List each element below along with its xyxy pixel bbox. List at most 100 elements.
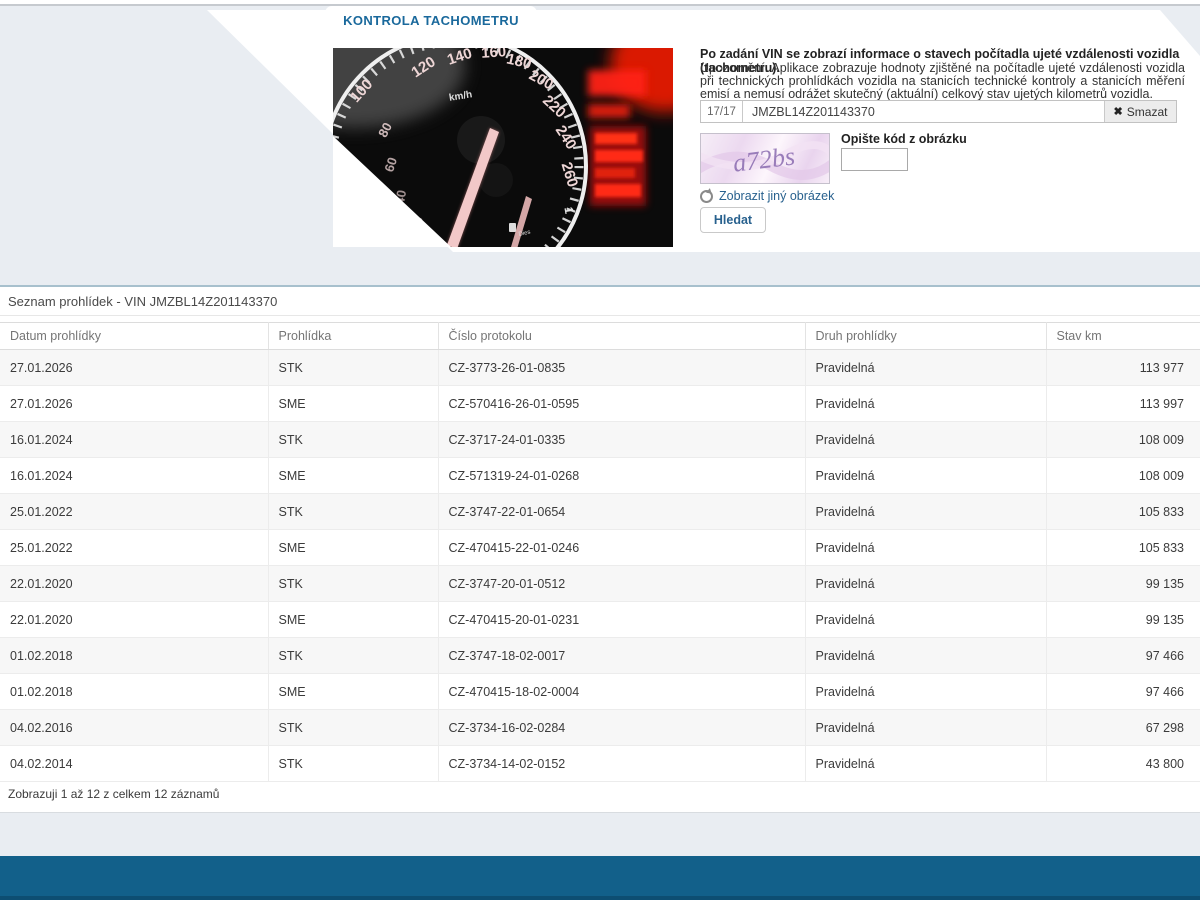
table-cell: SME	[268, 673, 439, 710]
table-cell: Pravidelná	[805, 421, 1047, 458]
table-cell: 16.01.2024	[0, 457, 269, 494]
footer-spacer	[0, 812, 1200, 856]
table-cell: 27.01.2026	[0, 385, 269, 422]
page: KONTROLA TACHOMETRU 100 80 60 40 20 120	[0, 0, 1200, 900]
table-cell: Pravidelná	[805, 493, 1047, 530]
table-cell: Pravidelná	[805, 673, 1047, 710]
table-row: 04.02.2016 STK CZ-3734-16-02-0284 Pravideln…	[0, 709, 1200, 746]
table-cell: Pravidelná	[805, 385, 1047, 422]
top-divider-line	[0, 4, 1200, 6]
clear-vin-button[interactable]: ✖ Smazat	[1104, 101, 1176, 122]
table-cell: STK	[268, 421, 439, 458]
table-cell: CZ-3717-24-01-0335	[438, 421, 806, 458]
captcha-label: Opište kód z obrázku	[841, 132, 967, 146]
warning-text: Upozornění: Aplikace zobrazuje hodnoty z…	[700, 61, 1185, 102]
table-cell: STK	[268, 709, 439, 746]
table-cell: CZ-3734-16-02-0284	[438, 709, 806, 746]
search-button[interactable]: Hledat	[700, 207, 766, 233]
table-cell: 22.01.2020	[0, 565, 269, 602]
column-header-1[interactable]: Prohlídka	[268, 322, 439, 350]
table-cell: Pravidelná	[805, 349, 1047, 386]
table-cell: Pravidelná	[805, 601, 1047, 638]
table-cell: STK	[268, 493, 439, 530]
table-cell: Pravidelná	[805, 745, 1047, 782]
table-cell: Pravidelná	[805, 709, 1047, 746]
table-cell: 04.02.2014	[0, 745, 269, 782]
refresh-captcha-link[interactable]: Zobrazit jiný obrázek	[700, 189, 834, 203]
table-row: 25.01.2022 STK CZ-3747-22-01-0654 Pravideln…	[0, 493, 1200, 530]
table-cell: 25.01.2022	[0, 493, 269, 530]
table-header-row: Datum prohlídky Prohlídka Číslo protokolu D…	[0, 322, 1200, 350]
table-row: 22.01.2020 SME CZ-470415-20-01-0231 Pravide…	[0, 601, 1200, 638]
table-cell: STK	[268, 565, 439, 602]
vin-input-group: 17/17 ✖ Smazat	[700, 100, 1177, 123]
table-cell: SME	[268, 385, 439, 422]
table-cell: CZ-470415-20-01-0231	[438, 601, 806, 638]
table-cell: CZ-3773-26-01-0835	[438, 349, 806, 386]
column-header-0[interactable]: Datum prohlídky	[0, 322, 269, 350]
table-row: 27.01.2026 SME CZ-570416-26-01-0595 Pravide…	[0, 385, 1200, 422]
clear-icon: ✖	[1113, 106, 1123, 118]
table-row: 27.01.2026 STK CZ-3773-26-01-0835 Pravideln…	[0, 349, 1200, 386]
table-cell: STK	[268, 745, 439, 782]
table-cell: 99 135	[1046, 565, 1200, 602]
table-cell: 04.02.2016	[0, 709, 269, 746]
table-cell: 22.01.2020	[0, 601, 269, 638]
footer-bar	[0, 856, 1200, 900]
table-row: 16.01.2024 STK CZ-3717-24-01-0335 Pravideln…	[0, 421, 1200, 458]
table-cell: 25.01.2022	[0, 529, 269, 566]
table-row: 25.01.2022 SME CZ-470415-22-01-0246 Pravide…	[0, 529, 1200, 566]
table-cell: Pravidelná	[805, 529, 1047, 566]
table-cell: 97 466	[1046, 673, 1200, 710]
column-header-4[interactable]: Stav km	[1046, 322, 1200, 350]
table-cell: CZ-3747-22-01-0654	[438, 493, 806, 530]
table-cell: SME	[268, 457, 439, 494]
table-cell: 01.02.2018	[0, 673, 269, 710]
table-cell: CZ-570416-26-01-0595	[438, 385, 806, 422]
table-row: 01.02.2018 SME CZ-470415-18-02-0004 Pravide…	[0, 673, 1200, 710]
table-cell: 43 800	[1046, 745, 1200, 782]
dial-number: 160	[481, 48, 507, 62]
captcha-image: a72bs	[700, 133, 830, 184]
table-cell: 105 833	[1046, 529, 1200, 566]
table-cell: STK	[268, 349, 439, 386]
clear-label: Smazat	[1126, 104, 1168, 119]
table-cell: 108 009	[1046, 457, 1200, 494]
results-section: Seznam prohlídek - VIN JMZBL14Z201143370…	[0, 287, 1200, 812]
table-cell: 108 009	[1046, 421, 1200, 458]
page-title: KONTROLA TACHOMETRU	[343, 13, 519, 28]
column-header-2[interactable]: Číslo protokolu	[438, 322, 806, 350]
table-cell: CZ-470415-22-01-0246	[438, 529, 806, 566]
refresh-icon	[700, 189, 713, 203]
results-title: Seznam prohlídek - VIN JMZBL14Z201143370	[0, 287, 1200, 316]
table-cell: 97 466	[1046, 637, 1200, 674]
table-cell: CZ-3747-20-01-0512	[438, 565, 806, 602]
table-cell: CZ-571319-24-01-0268	[438, 457, 806, 494]
table-cell: 27.01.2026	[0, 349, 269, 386]
table-cell: Pravidelná	[805, 565, 1047, 602]
table-cell: CZ-3734-14-02-0152	[438, 745, 806, 782]
vin-char-counter: 17/17	[701, 101, 743, 122]
table-cell: 16.01.2024	[0, 421, 269, 458]
table-cell: CZ-470415-18-02-0004	[438, 673, 806, 710]
captcha-input[interactable]	[841, 148, 908, 171]
refresh-label: Zobrazit jiný obrázek	[719, 189, 835, 203]
table-row: 16.01.2024 SME CZ-571319-24-01-0268 Pravide…	[0, 457, 1200, 494]
table-cell: 67 298	[1046, 709, 1200, 746]
speedometer-photo: 100 80 60 40 20 120 140 160 180 200 220 …	[333, 48, 673, 247]
table-cell: STK	[268, 637, 439, 674]
inspections-table: Datum prohlídky Prohlídka Číslo protokolu D…	[0, 322, 1200, 782]
vin-input[interactable]	[743, 101, 1104, 122]
table-cell: SME	[268, 601, 439, 638]
column-header-3[interactable]: Druh prohlídky	[805, 322, 1047, 350]
table-cell: 113 997	[1046, 385, 1200, 422]
results-summary: Zobrazuji 1 až 12 z celkem 12 záznamů	[8, 787, 220, 801]
table-cell: 99 135	[1046, 601, 1200, 638]
table-cell: SME	[268, 529, 439, 566]
table-cell: 113 977	[1046, 349, 1200, 386]
table-cell: 105 833	[1046, 493, 1200, 530]
table-row: 22.01.2020 STK CZ-3747-20-01-0512 Pravideln…	[0, 565, 1200, 602]
table-row: 01.02.2018 STK CZ-3747-18-02-0017 Pravideln…	[0, 637, 1200, 674]
table-cell: Pravidelná	[805, 457, 1047, 494]
table-row: 04.02.2014 STK CZ-3734-14-02-0152 Pravideln…	[0, 745, 1200, 782]
